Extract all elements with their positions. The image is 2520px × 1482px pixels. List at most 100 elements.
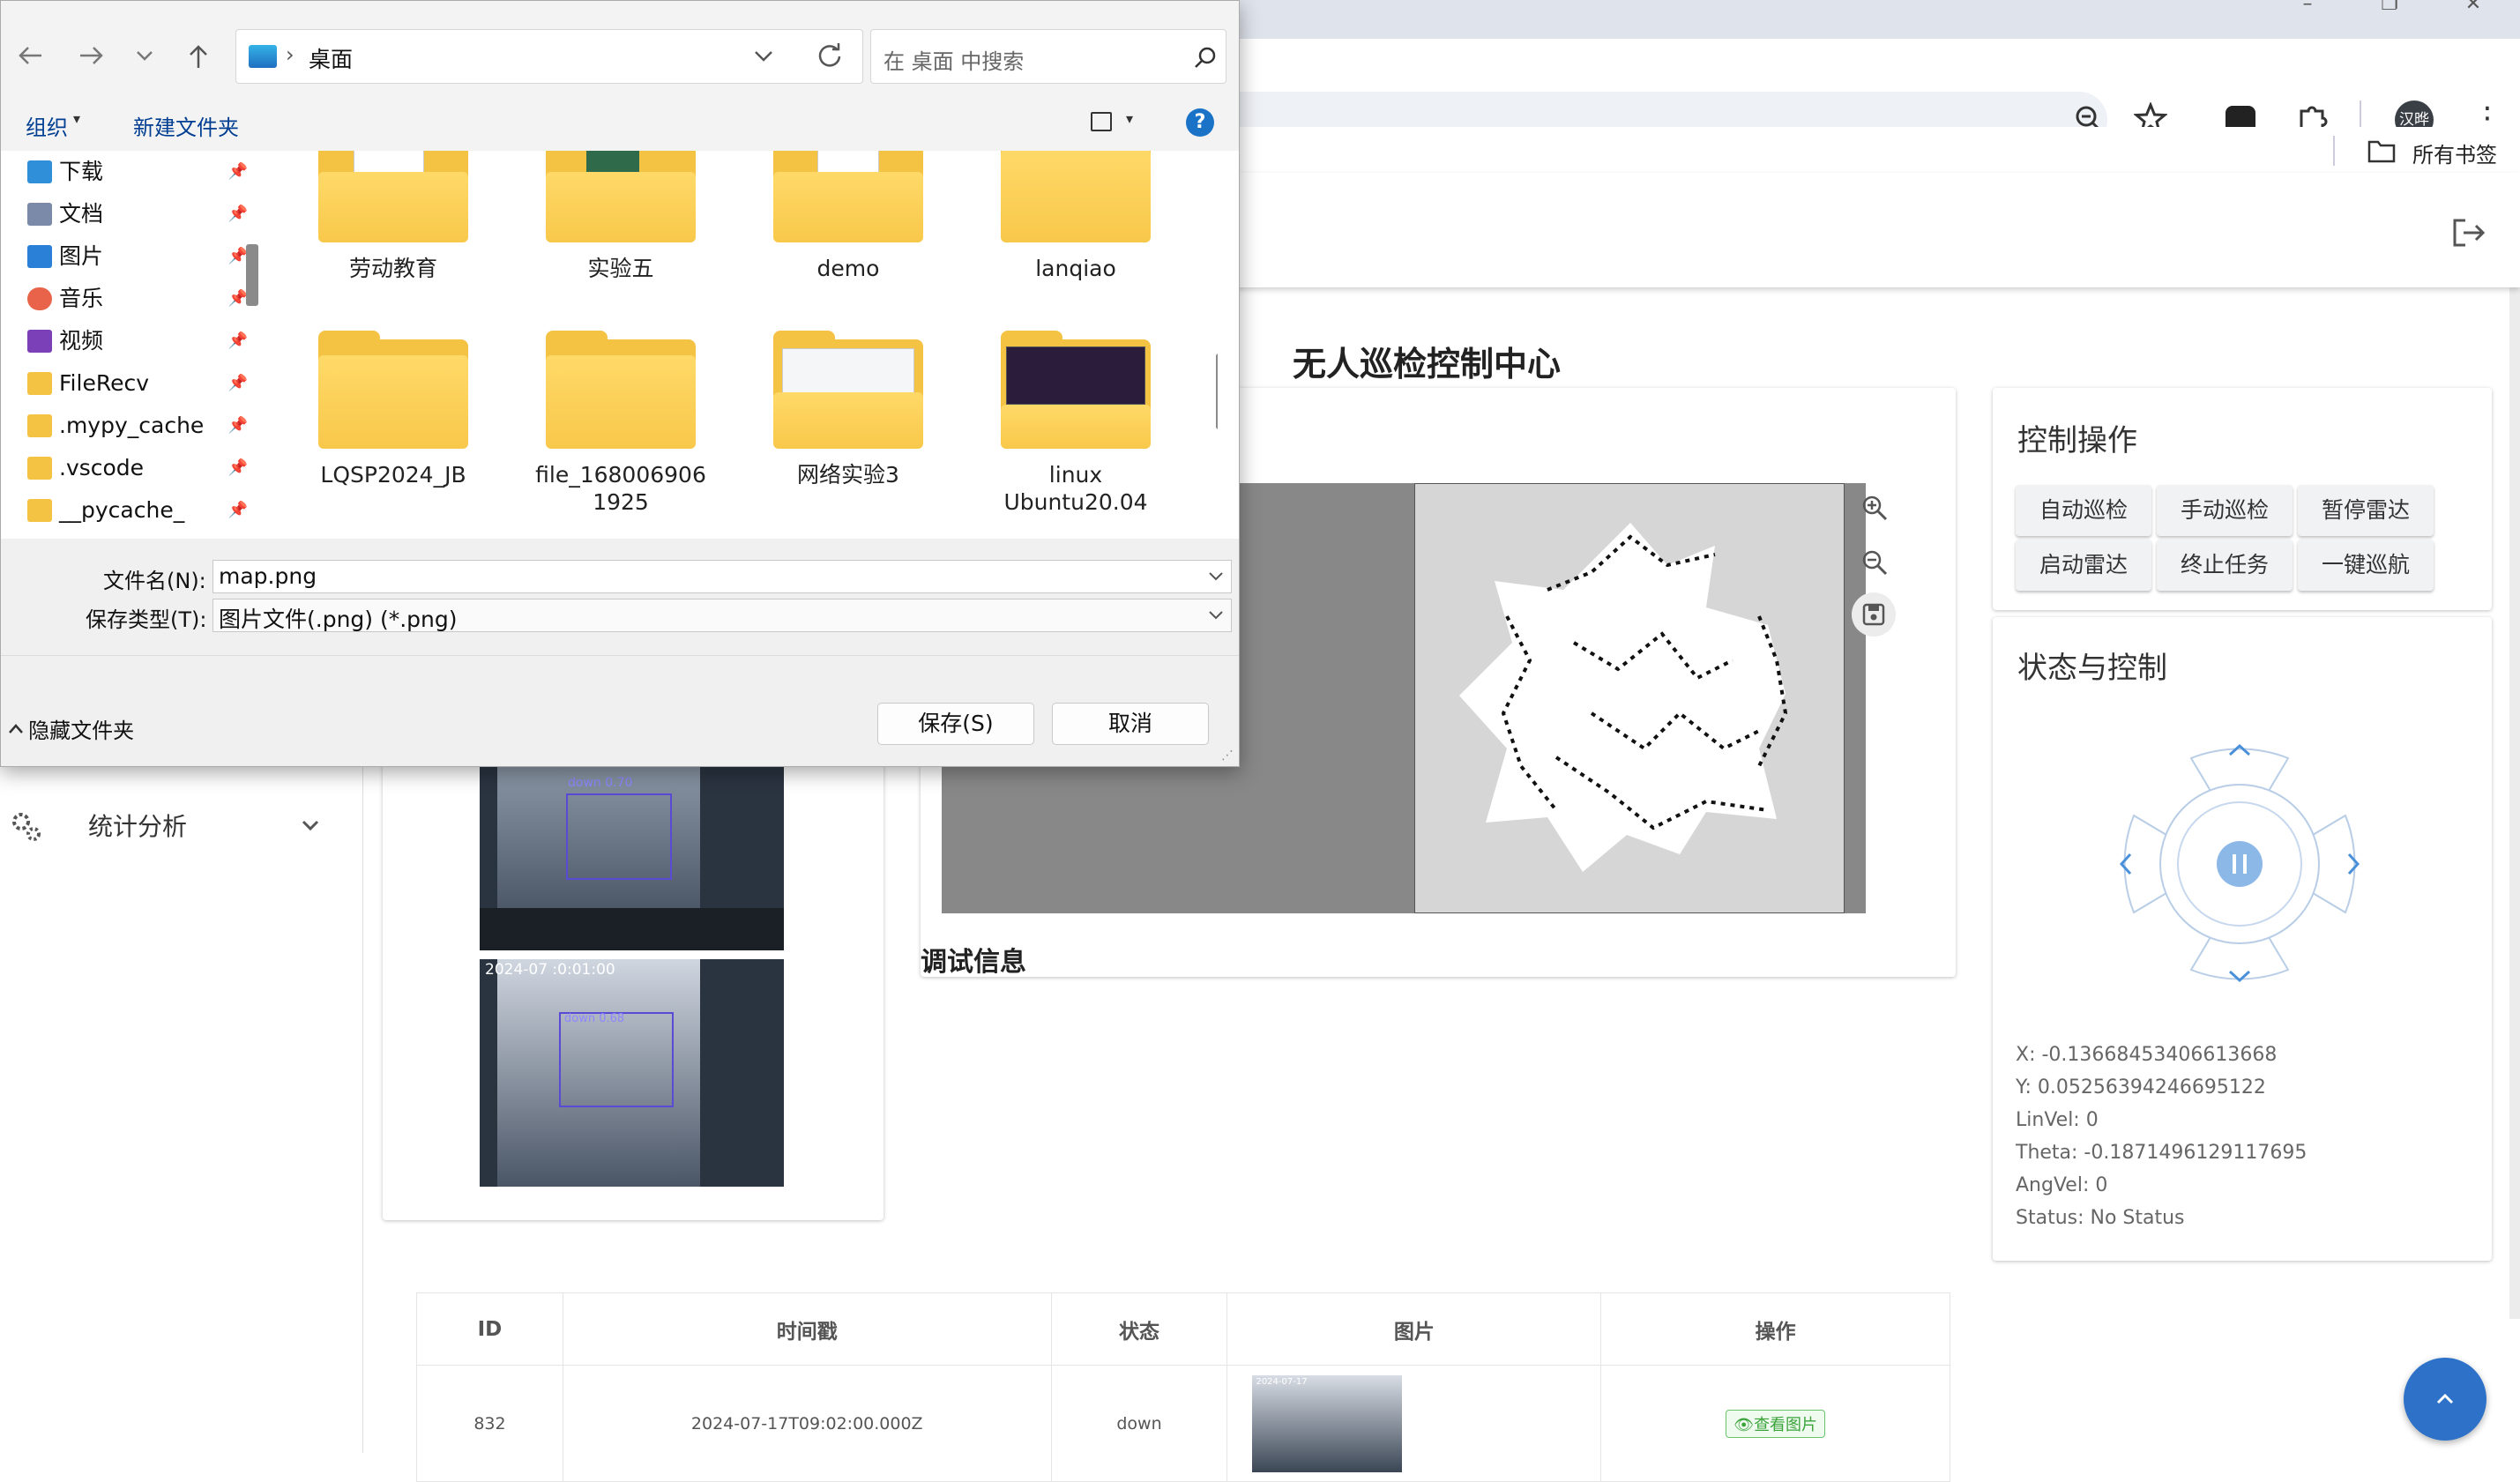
one-key-cruise-button[interactable]: 一键巡航 bbox=[2298, 540, 2434, 591]
folder-item[interactable]: linux Ubuntu20.04 bbox=[970, 331, 1182, 516]
col-actions: 操作 bbox=[1600, 1292, 1950, 1366]
zoom-out-icon[interactable] bbox=[1860, 548, 1889, 577]
stop-task-button[interactable]: 终止任务 bbox=[2157, 540, 2293, 591]
folder-icon bbox=[2367, 140, 2396, 163]
camera-frame[interactable]: down 0.70 bbox=[480, 767, 784, 950]
save-file-dialog: › 桌面 在 桌面 中搜索 组织 ▾ 新建文件夹 ▾ ? 下载 📌 文档 📌 图片 📌… bbox=[0, 0, 1240, 767]
cancel-button[interactable]: 取消 bbox=[1052, 703, 1209, 745]
filename-label: 文件名(N): bbox=[103, 569, 206, 593]
pin-icon: 📌 bbox=[227, 289, 248, 308]
camera-frame[interactable]: 2024-07 :0:01:00 down 0.68 bbox=[480, 959, 784, 1187]
chevron-down-icon[interactable] bbox=[1208, 610, 1224, 621]
pin-icon: 📌 bbox=[227, 458, 248, 477]
start-radar-button[interactable]: 启动雷达 bbox=[2016, 540, 2151, 591]
all-bookmarks[interactable]: 所有书签 bbox=[2412, 138, 2497, 168]
manual-patrol-button[interactable]: 手动巡检 bbox=[2157, 485, 2293, 536]
chevron-down-icon[interactable] bbox=[300, 815, 321, 836]
logout-icon[interactable] bbox=[2451, 217, 2486, 249]
music-icon bbox=[27, 287, 52, 310]
status-theta: Theta: -0.1871496129117695 bbox=[2016, 1142, 2308, 1164]
organize-dropdown-icon[interactable]: ▾ bbox=[73, 110, 80, 127]
view-image-button[interactable]: 👁查看图片 bbox=[1726, 1409, 1826, 1438]
nav-item-mypy-cache[interactable]: .mypy_cache 📌 bbox=[27, 406, 248, 445]
auto-patrol-button[interactable]: 自动巡检 bbox=[2016, 485, 2151, 536]
breadcrumb[interactable]: 桌面 bbox=[309, 42, 353, 74]
pin-icon: 📌 bbox=[227, 205, 248, 223]
desktop-icon bbox=[249, 45, 277, 68]
recent-dropdown-icon[interactable] bbox=[135, 48, 154, 63]
folder-icon bbox=[546, 331, 696, 449]
pictures-icon bbox=[27, 245, 52, 268]
folder-item[interactable]: lanqiao bbox=[970, 151, 1182, 282]
resize-grip-icon[interactable]: ⋰ bbox=[1221, 748, 1235, 763]
close-window-button[interactable]: ✕ bbox=[2434, 0, 2513, 32]
pause-icon[interactable] bbox=[2217, 841, 2263, 887]
cell-timestamp: 2024-07-17T09:02:00.000Z bbox=[562, 1365, 1052, 1482]
nav-item-pictures[interactable]: 图片 📌 bbox=[27, 237, 248, 276]
pin-icon: 📌 bbox=[227, 331, 248, 350]
nav-item-downloads[interactable]: 下载 📌 bbox=[27, 153, 248, 191]
search-icon[interactable] bbox=[1194, 46, 1217, 69]
record-thumbnail[interactable]: 2024-07-17 bbox=[1252, 1374, 1403, 1472]
folder-icon bbox=[1001, 151, 1151, 242]
back-to-top-button[interactable] bbox=[2404, 1358, 2486, 1441]
nav-item-filerecv[interactable]: FileRecv 📌 bbox=[27, 364, 248, 403]
sidebar-item-statistics[interactable]: 统计分析 bbox=[88, 808, 187, 843]
chevron-up-icon bbox=[2436, 1393, 2454, 1404]
zoom-in-icon[interactable] bbox=[1860, 494, 1889, 522]
new-folder-button[interactable]: 新建文件夹 bbox=[133, 110, 239, 141]
folder-item[interactable]: demo bbox=[742, 151, 954, 282]
status-text: Status: No Status bbox=[2016, 1207, 2185, 1229]
cell-actions: 👁查看图片 bbox=[1600, 1365, 1950, 1482]
file-list-scrollbar[interactable] bbox=[1216, 354, 1218, 429]
folder-item[interactable]: 网络实验3 bbox=[742, 331, 954, 488]
back-arrow-icon[interactable] bbox=[17, 45, 43, 66]
forward-arrow-icon[interactable] bbox=[78, 45, 105, 66]
nav-item-music[interactable]: 音乐 📌 bbox=[27, 279, 248, 318]
search-input[interactable]: 在 桌面 中搜索 bbox=[883, 44, 1024, 75]
restore-button[interactable]: ❐ bbox=[2350, 0, 2429, 32]
help-icon[interactable]: ? bbox=[1186, 108, 1214, 137]
organize-menu[interactable]: 组织 bbox=[26, 110, 68, 141]
save-map-button[interactable] bbox=[1852, 592, 1896, 637]
up-arrow-icon[interactable] bbox=[186, 43, 211, 70]
joystick[interactable] bbox=[2107, 732, 2372, 996]
pin-icon: 📌 bbox=[227, 162, 248, 181]
filetype-select[interactable]: 图片文件(.png) (*.png) bbox=[212, 599, 1232, 632]
hide-folders-toggle[interactable]: 隐藏文件夹 bbox=[8, 713, 134, 744]
folder-item[interactable]: 实验五 bbox=[515, 151, 727, 282]
page-title: 无人巡检控制中心 bbox=[1293, 345, 1562, 384]
nav-pane: 下载 📌 文档 📌 图片 📌 音乐 📌 视频 📌 FileRecv 📌 .mypy_cach… bbox=[1, 151, 265, 539]
view-dropdown-icon[interactable]: ▾ bbox=[1126, 110, 1133, 127]
save-button[interactable]: 保存(S) bbox=[877, 703, 1034, 745]
chevron-down-icon[interactable] bbox=[753, 49, 774, 63]
nav-item-videos[interactable]: 视频 📌 bbox=[27, 322, 248, 361]
pin-icon: 📌 bbox=[227, 501, 248, 519]
chevron-down-icon[interactable] bbox=[1208, 571, 1224, 582]
status-x: X: -0.13668453406613668 bbox=[2016, 1044, 2278, 1066]
refresh-icon[interactable] bbox=[816, 42, 843, 69]
download-icon bbox=[27, 160, 52, 183]
filetype-label: 保存类型(T): bbox=[86, 607, 207, 632]
folder-item[interactable]: file_168006906 1925 bbox=[515, 331, 727, 516]
search-box[interactable]: 在 桌面 中搜索 bbox=[870, 29, 1226, 84]
nav-item-vscode[interactable]: .vscode 📌 bbox=[27, 449, 248, 488]
nav-scrollbar[interactable] bbox=[246, 244, 258, 306]
nav-item-pycache[interactable]: __pycache_ 📌 bbox=[27, 491, 248, 530]
nav-item-documents[interactable]: 文档 📌 bbox=[27, 195, 248, 234]
status-panel: 状态与控制 X: -0.13668453406613668 Y: 0.05256… bbox=[1993, 617, 2492, 1261]
address-path[interactable]: › 桌面 bbox=[235, 29, 863, 84]
col-status: 状态 bbox=[1050, 1292, 1228, 1366]
folder-item[interactable]: 劳动教育 bbox=[287, 151, 499, 282]
pause-radar-button[interactable]: 暂停雷达 bbox=[2298, 485, 2434, 536]
filename-field[interactable]: map.png bbox=[212, 560, 1232, 593]
chevron-up-icon bbox=[9, 723, 23, 734]
cell-id: 832 bbox=[416, 1365, 563, 1482]
folder-item[interactable]: LQSP2024_JB bbox=[287, 331, 499, 488]
minimize-button[interactable]: – bbox=[2268, 0, 2347, 32]
cell-image: 2024-07-17 bbox=[1226, 1365, 1602, 1482]
camera-card: down 0.70 2024-07 :0:01:00 down 0.68 bbox=[383, 705, 883, 1220]
page-scrollbar[interactable] bbox=[2509, 190, 2520, 1319]
folder-icon bbox=[27, 372, 52, 395]
view-mode-icon[interactable] bbox=[1091, 112, 1112, 131]
